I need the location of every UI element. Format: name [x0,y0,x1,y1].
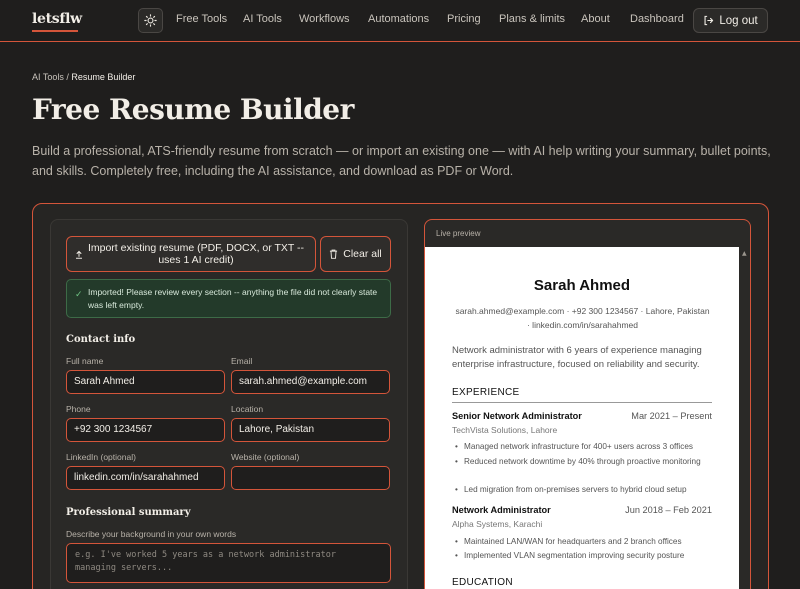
website-label: Website (optional) [231,452,300,462]
linkedin-label: LinkedIn (optional) [66,452,136,462]
summary-heading: Professional summary [66,507,191,518]
resume-job-company: TechVista Solutions, Lahore [452,425,558,435]
clear-all-button[interactable]: Clear all [320,236,391,272]
theme-toggle-button[interactable] [138,8,163,33]
resume-bullet: Led migration from on-premises servers t… [455,483,714,496]
logout-label: Log out [719,14,758,27]
logout-button[interactable]: Log out [693,8,768,33]
page-description: Build a professional, ATS-friendly resum… [32,144,771,178]
resume-bullet: Reduced network downtime by 40% through … [455,455,714,468]
summary-label: Describe your background in your own wor… [66,529,237,539]
location-label: Location [231,404,264,414]
resume-job-company: Alpha Systems, Karachi [452,519,543,529]
website-input[interactable] [231,466,390,490]
summary-textarea[interactable]: e.g. I've worked 5 years as a network ad… [66,543,391,583]
resume-bullet: Maintained LAN/WAN for headquarters and … [455,535,714,548]
sun-icon [144,14,157,27]
logo[interactable]: letsflw [32,11,82,27]
check-icon: ✓ [75,289,83,299]
resume-job-dates: Mar 2021 – Present [631,411,712,421]
resume-bullet: Managed network infrastructure for 400+ … [455,440,714,453]
resume-name: Sarah Ahmed [533,277,631,294]
alert-text: Imported! Please review every section --… [88,287,378,310]
email-input[interactable]: sarah.ahmed@example.com [231,370,390,394]
logo-underline [32,30,78,32]
full-name-input[interactable]: Sarah Ahmed [66,370,225,394]
resume-section-rule [452,402,712,403]
logout-icon [704,15,714,26]
email-label: Email [231,356,253,366]
resume-contact: sarah.ahmed@example.com · +92 300 123456… [455,306,710,330]
nav-link-dashboard[interactable]: Dashboard [630,13,684,25]
scroll-up-arrow-icon[interactable]: ▲ [742,250,747,257]
breadcrumb-parent[interactable]: AI Tools [32,72,64,82]
upload-icon [76,250,82,259]
linkedin-input[interactable]: linkedin.com/in/sarahahmed [66,466,225,490]
page-title: Free Resume Builder [32,93,354,126]
breadcrumb: AI Tools / Resume Builder [32,72,135,82]
import-resume-label: Import existing resume (PDF, DOCX, or TX… [87,242,305,266]
resume-education-heading: EDUCATION [452,577,513,588]
full-name-label: Full name [66,356,104,366]
top-nav: letsflw Free Tools AI Tools Workflows Au… [0,0,800,42]
live-preview-label: Live preview [436,229,481,238]
trash-icon [330,249,338,259]
location-input[interactable]: Lahore, Pakistan [231,418,390,442]
nav-link-free-tools[interactable]: Free Tools [176,13,227,25]
contact-info-heading: Contact info [66,334,136,345]
import-resume-button[interactable]: Import existing resume (PDF, DOCX, or TX… [66,236,316,272]
nav-link-pricing[interactable]: Pricing [447,13,481,25]
nav-link-workflows[interactable]: Workflows [299,13,350,25]
resume-job-title: Senior Network Administrator [452,411,582,421]
resume-experience-heading: EXPERIENCE [452,387,520,398]
nav-link-about[interactable]: About [581,13,610,25]
nav-link-plans-limits[interactable]: Plans & limits [499,13,565,25]
phone-input[interactable]: +92 300 1234567 [66,418,225,442]
nav-link-automations[interactable]: Automations [368,13,429,25]
clear-all-label: Clear all [343,248,382,260]
breadcrumb-current: Resume Builder [71,72,136,82]
resume-bullet: Implemented VLAN segmentation improving … [455,549,714,562]
phone-label: Phone [66,404,91,414]
resume-job-dates: Jun 2018 – Feb 2021 [625,505,712,515]
nav-link-ai-tools[interactable]: AI Tools [243,13,282,25]
resume-job-title: Network Administrator [452,505,551,515]
import-success-alert: ✓ Imported! Please review every section … [66,279,391,318]
preview-scrollbar[interactable] [740,247,750,589]
resume-summary: Network administrator with 6 years of ex… [452,345,702,370]
